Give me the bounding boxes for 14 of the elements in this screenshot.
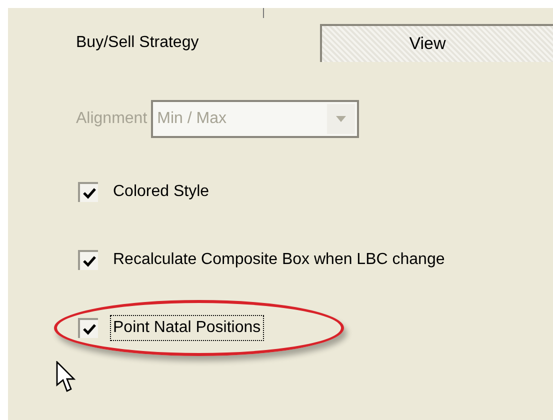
check-icon [82, 255, 96, 267]
alignment-label: Alignment [76, 109, 148, 129]
option-label: Point Natal Positions [110, 315, 264, 341]
check-icon [82, 323, 96, 335]
check-icon [82, 187, 96, 199]
strategy-label: Buy/Sell Strategy [76, 33, 200, 53]
checkbox[interactable] [78, 318, 98, 338]
cursor-icon [56, 361, 76, 395]
option-label: Recalculate Composite Box when LBC change [112, 250, 446, 270]
option-label: Colored Style [112, 182, 210, 202]
checkbox[interactable] [78, 182, 98, 202]
view-button[interactable]: View [320, 24, 553, 62]
checkbox[interactable] [78, 250, 98, 270]
caret-icon [327, 104, 356, 134]
